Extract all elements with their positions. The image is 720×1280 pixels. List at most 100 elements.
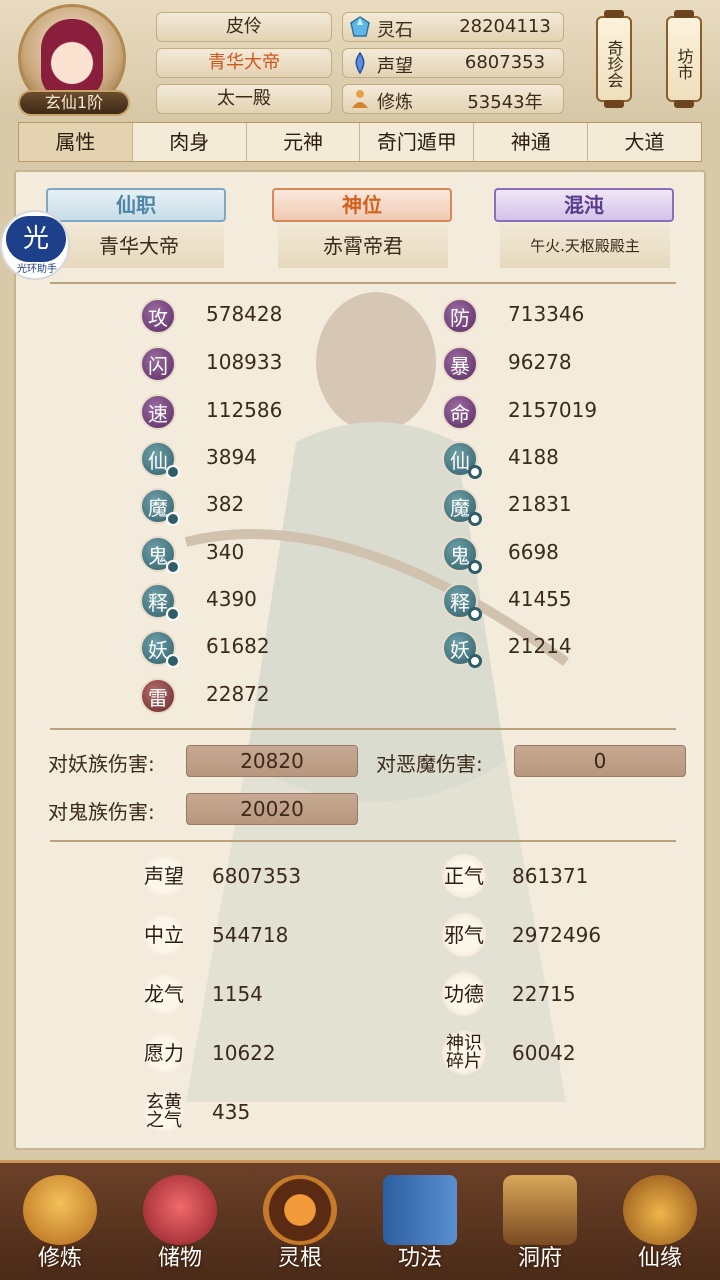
stat-speed: 速 112586	[140, 394, 390, 430]
damage-value: 20020	[186, 793, 358, 825]
nav-techniques[interactable]: 功法	[360, 1163, 480, 1280]
tab-great-dao[interactable]: 大道	[588, 123, 701, 161]
resource-value: 28204113	[459, 16, 551, 37]
nav-spirit-root[interactable]: 灵根	[240, 1163, 360, 1280]
stat-value: 61682	[206, 634, 270, 658]
stat-badge: 暴	[442, 346, 478, 382]
attribute-tabs: 属性 肉身 元神 奇门遁甲 神通 大道	[18, 122, 702, 162]
misc-neutral: 中立 544718	[142, 913, 402, 957]
stat-badge: 速	[140, 394, 176, 430]
nav-immortal-fate[interactable]: 仙缘	[600, 1163, 720, 1280]
stat-thunder: 雷 22872	[140, 678, 390, 714]
damage-label: 对妖族伤害:	[48, 752, 155, 776]
stat-glyph: 仙	[148, 449, 168, 473]
tab-body[interactable]: 肉身	[133, 123, 247, 161]
stat-glyph: 仙	[450, 449, 470, 473]
cultivation-icon	[352, 90, 368, 108]
stat-critical: 暴 96278	[442, 346, 692, 382]
stat-ghost-attack: 鬼 340	[140, 536, 390, 574]
stat-badge: 雷	[140, 678, 176, 714]
market-button[interactable]: 坊市	[666, 10, 702, 108]
rank-header-god-seat: 神位	[262, 188, 462, 224]
stat-yao-attack: 妖 61682	[140, 630, 390, 668]
rank-header-label: 仙职	[116, 193, 156, 217]
resource-spirit-stone: 灵石 28204113	[342, 12, 564, 42]
misc-xuanhuang-qi: 玄黄之气 435	[142, 1090, 402, 1134]
stat-health: 命 2157019	[442, 394, 692, 430]
stat-value: 41455	[508, 587, 572, 611]
tab-attributes[interactable]: 属性	[19, 123, 133, 161]
resource-label: 修炼	[377, 92, 413, 113]
tab-divine-power[interactable]: 神通	[474, 123, 589, 161]
title-pill-1[interactable]: 皮伶	[156, 12, 332, 42]
assistant-label: 光环助手	[17, 264, 57, 275]
tab-spirit[interactable]: 元神	[247, 123, 361, 161]
stat-immortal-defense: 仙 4188	[442, 441, 692, 479]
nav-cultivate[interactable]: 修炼	[0, 1163, 120, 1280]
stat-immortal-attack: 仙 3894	[140, 441, 390, 479]
resource-value: 6807353	[464, 52, 546, 73]
title-pill-2[interactable]: 青华大帝	[156, 48, 332, 78]
misc-evil-qi: 邪气 2972496	[442, 913, 702, 957]
misc-value: 435	[212, 1100, 251, 1124]
avatar-portrait	[41, 19, 103, 99]
nav-label: 仙缘	[637, 1246, 682, 1271]
stat-value: 3894	[206, 445, 257, 469]
title-pill-3[interactable]: 太一殿	[156, 84, 332, 114]
nav-cave-dwelling[interactable]: 洞府	[480, 1163, 600, 1280]
rank-value-chaos: 午火.天枢殿殿主	[500, 224, 670, 268]
resource-prestige: 声望 6807353	[342, 48, 564, 78]
nav-label: 功法	[397, 1246, 442, 1271]
misc-value: 2972496	[512, 923, 602, 947]
defense-marker-icon	[468, 512, 482, 526]
defense-marker-icon	[468, 654, 482, 668]
damage-label: 对恶魔伤害:	[376, 752, 483, 776]
damage-label: 对鬼族伤害:	[48, 800, 155, 824]
misc-righteous-qi: 正气 861371	[442, 854, 702, 898]
misc-label: 正气	[442, 854, 486, 898]
stat-buddha-defense: 释 41455	[442, 583, 692, 621]
stat-badge: 防	[442, 298, 478, 334]
resource-label: 声望	[377, 56, 413, 77]
divider	[50, 840, 676, 842]
misc-value: 1154	[212, 982, 263, 1006]
stat-badge: 释	[140, 583, 180, 621]
misc-value: 861371	[512, 864, 589, 888]
scripture-book-icon	[383, 1175, 457, 1245]
stat-value: 22872	[206, 682, 270, 706]
misc-label: 神识碎片	[442, 1031, 486, 1075]
misc-label: 功德	[442, 972, 486, 1016]
stat-glyph: 魔	[450, 496, 470, 520]
stat-value: 112586	[206, 398, 283, 422]
stat-value: 96278	[508, 350, 572, 374]
stat-badge: 鬼	[442, 536, 482, 574]
rank-header-label: 混沌	[564, 193, 604, 217]
divider	[50, 282, 676, 284]
stat-ghost-defense: 鬼 6698	[442, 536, 692, 574]
nav-storage[interactable]: 储物	[120, 1163, 240, 1280]
rank-header-office: 仙职	[36, 188, 236, 224]
stat-glyph: 释	[148, 591, 168, 615]
tab-qimen[interactable]: 奇门遁甲	[360, 123, 475, 161]
misc-merit: 功德 22715	[442, 972, 702, 1016]
stat-badge: 妖	[140, 630, 180, 668]
stat-glyph: 妖	[450, 638, 470, 662]
gourd-icon	[623, 1175, 697, 1245]
stat-buddha-attack: 释 4390	[140, 583, 390, 621]
spirit-root-icon	[263, 1175, 337, 1245]
stat-value: 713346	[508, 302, 585, 326]
misc-value: 60042	[512, 1041, 576, 1065]
defense-marker-icon	[468, 560, 482, 574]
stat-value: 21214	[508, 634, 572, 658]
misc-label: 邪气	[442, 913, 486, 957]
misc-dragon-qi: 龙气 1154	[142, 972, 402, 1016]
misc-label: 龙气	[142, 972, 186, 1016]
defense-marker-icon	[468, 465, 482, 479]
treasure-fair-button[interactable]: 奇珍会	[596, 10, 632, 108]
assistant-floating-button[interactable]: 光 光环助手	[0, 210, 70, 280]
rank-header-label: 神位	[342, 193, 382, 217]
stat-value: 21831	[508, 492, 572, 516]
prestige-icon	[355, 52, 365, 74]
misc-label: 玄黄之气	[142, 1090, 186, 1134]
stat-attack: 攻 578428	[140, 298, 390, 334]
